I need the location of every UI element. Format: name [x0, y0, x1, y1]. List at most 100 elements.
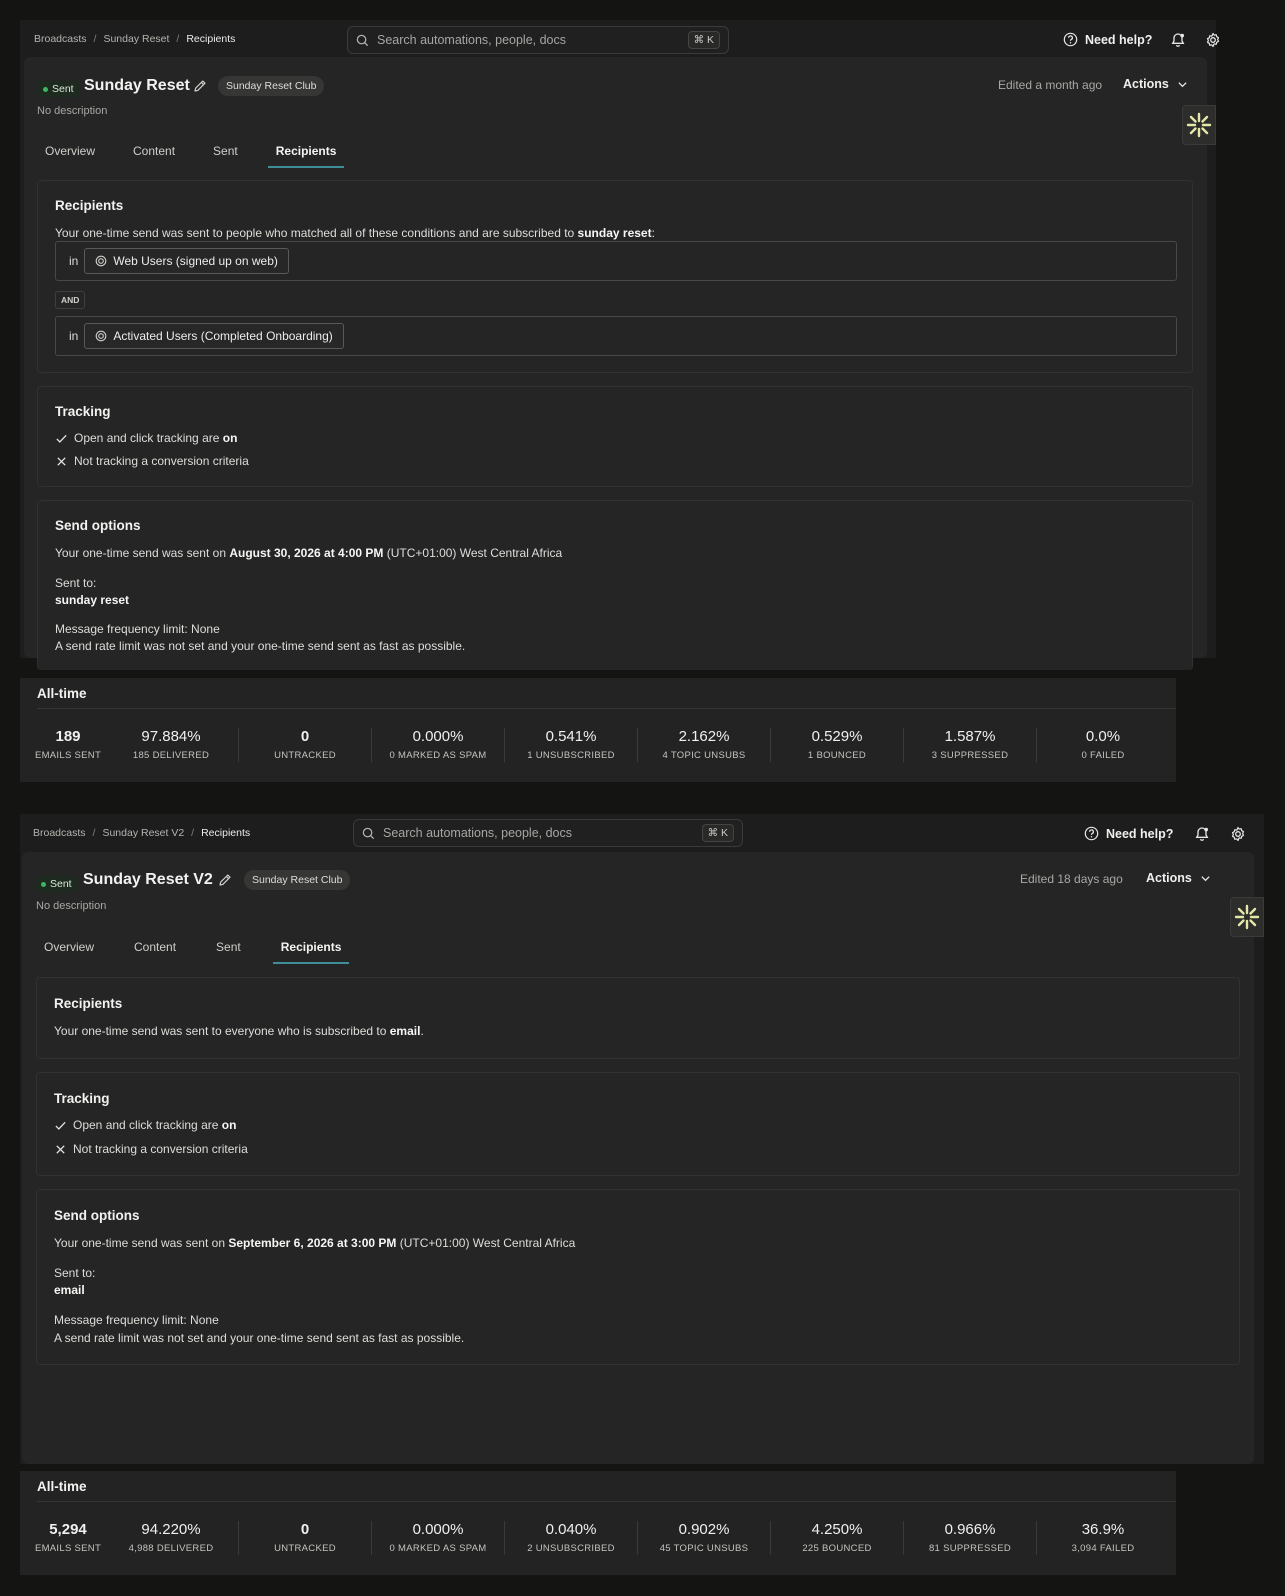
breadcrumb-current: Recipients [186, 33, 236, 45]
stat-untracked: 0 Untracked [274, 1521, 336, 1554]
chevron-down-icon [1178, 81, 1187, 87]
segment-label: Web Users (signed up on web) [113, 254, 278, 268]
breadcrumb-broadcasts[interactable]: Broadcasts [33, 827, 86, 839]
stat-bounced: 4.250% 225 Bounced [802, 1521, 872, 1554]
segment-label: Activated Users (Completed Onboarding) [113, 329, 333, 343]
description: No description [37, 105, 108, 117]
assistant-button[interactable] [1230, 897, 1264, 937]
gear-icon [1231, 826, 1245, 842]
tab-bar: Overview Content Sent Recipients [36, 940, 371, 964]
tab-recipients[interactable]: Recipients [267, 144, 345, 168]
segment-chip[interactable]: Activated Users (Completed Onboarding) [84, 323, 344, 349]
notifications-button[interactable] [1168, 30, 1188, 50]
stat-bounced: 0.529% 1 Bounced [807, 728, 867, 761]
actions-button[interactable]: Actions [1123, 77, 1188, 91]
stat-separator [903, 1521, 904, 1555]
search-shortcut: ⌘ K [701, 824, 734, 842]
sent-to-value: sunday reset [55, 593, 130, 607]
recipients-description: Your one-time send was sent to people wh… [55, 226, 655, 240]
tab-recipients[interactable]: Recipients [272, 940, 350, 964]
x-icon [57, 456, 66, 466]
search-placeholder: Search automations, people, docs [383, 826, 573, 840]
stat-delivered: 94.220% 4,988 Delivered [128, 1521, 214, 1554]
breadcrumb-broadcast[interactable]: Sunday Reset V2 [102, 827, 184, 839]
stat-separator [504, 1521, 505, 1555]
bell-icon [1195, 827, 1209, 841]
need-help-button[interactable]: Need help? [1063, 32, 1152, 47]
open-click-tracking: Open and click tracking are on [54, 1118, 236, 1132]
open-click-tracking: Open and click tracking are on [55, 431, 237, 445]
frequency-limit: Message frequency limit: None [55, 622, 220, 636]
sent-on-text: Your one-time send was sent on August 30… [55, 546, 563, 560]
edited-timestamp: Edited a month ago [998, 78, 1103, 92]
broadcast-panel: Sent Sunday Reset V2 Sunday Reset Club E… [22, 852, 1254, 1464]
stat-topic-unsubs: 2.162% 4 Topic unsubs [662, 728, 746, 761]
stat-failed: 0.0% 0 Failed [1081, 728, 1125, 761]
segment-icon [95, 255, 107, 267]
need-help-button[interactable]: Need help? [1084, 826, 1173, 841]
broadcast-panel: Sent Sunday Reset Sunday Reset Club Edit… [24, 57, 1207, 670]
stats-heading: All-time [37, 686, 87, 701]
notifications-button[interactable] [1192, 824, 1212, 844]
recipients-card: Recipients Your one-time send was sent t… [36, 977, 1240, 1059]
stat-suppressed: 1.587% 3 Suppressed [931, 728, 1009, 761]
tracking-heading: Tracking [54, 1091, 110, 1106]
assistant-button[interactable] [1182, 105, 1216, 145]
stat-untracked: 0 Untracked [274, 728, 336, 761]
stat-unsubscribed: 0.541% 1 Unsubscribed [527, 728, 615, 761]
asterisk-sparkle-icon [1234, 904, 1260, 930]
status-badge: Sent [36, 876, 77, 892]
search-input[interactable]: Search automations, people, docs ⌘ K [353, 819, 743, 847]
recipients-description: Your one-time send was sent to everyone … [54, 1024, 424, 1038]
breadcrumb-broadcast[interactable]: Sunday Reset [103, 33, 169, 45]
stat-separator [371, 728, 372, 762]
status-label: Sent [52, 83, 74, 95]
tab-sent[interactable]: Sent [205, 144, 246, 168]
broadcast-screen-2: Broadcasts / Sunday Reset V2 / Recipient… [20, 814, 1264, 1464]
breadcrumb-separator: / [191, 827, 195, 839]
pencil-icon[interactable] [218, 873, 232, 887]
stat-failed: 36.9% 3,094 Failed [1071, 1521, 1135, 1554]
stat-separator [770, 728, 771, 762]
tab-sent[interactable]: Sent [208, 940, 249, 964]
status-label: Sent [50, 878, 72, 890]
stat-separator [238, 728, 239, 762]
sent-to-value: email [54, 1283, 85, 1297]
send-options-card: Send options Your one-time send was sent… [37, 500, 1193, 670]
stats-divider [37, 1501, 1176, 1502]
segment-chip[interactable]: Web Users (signed up on web) [84, 248, 289, 274]
search-icon [362, 827, 375, 839]
club-tag: Sunday Reset Club [218, 76, 325, 96]
stat-spam: 0.000% 0 Marked as spam [389, 1521, 487, 1554]
sent-to-label: Sent to: [54, 1266, 96, 1280]
x-icon [56, 1144, 65, 1154]
actions-button[interactable]: Actions [1146, 871, 1211, 885]
send-options-heading: Send options [54, 1208, 140, 1223]
settings-button[interactable] [1228, 824, 1248, 844]
tab-overview[interactable]: Overview [36, 940, 102, 964]
send-options-card: Send options Your one-time send was sent… [36, 1189, 1240, 1365]
check-icon [55, 1121, 66, 1130]
breadcrumb-separator: / [93, 33, 97, 45]
pencil-icon[interactable] [193, 79, 207, 93]
sent-to-label: Sent to: [55, 576, 97, 590]
breadcrumb-broadcasts[interactable]: Broadcasts [34, 33, 87, 45]
actions-label: Actions [1123, 77, 1169, 91]
check-icon [56, 434, 67, 443]
breadcrumb: Broadcasts / Sunday Reset / Recipients [34, 33, 235, 45]
tab-bar: Overview Content Sent Recipients [37, 144, 366, 168]
breadcrumb-separator: / [92, 827, 96, 839]
tracking-card: Tracking Open and click tracking are on … [37, 386, 1193, 487]
stat-separator [371, 1521, 372, 1555]
stat-topic-unsubs: 0.902% 45 Topic unsubs [659, 1521, 749, 1554]
tab-content[interactable]: Content [125, 144, 183, 168]
stat-delivered: 97.884% 185 Delivered [132, 728, 210, 761]
tab-overview[interactable]: Overview [37, 144, 103, 168]
search-input[interactable]: Search automations, people, docs ⌘ K [347, 26, 729, 54]
tab-content[interactable]: Content [126, 940, 184, 964]
tracking-card: Tracking Open and click tracking are on … [36, 1072, 1240, 1176]
conversion-tracking: Not tracking a conversion criteria [55, 454, 249, 468]
stat-unsubscribed: 0.040% 2 Unsubscribed [527, 1521, 615, 1554]
settings-button[interactable] [1203, 30, 1223, 50]
stat-separator [637, 1521, 638, 1555]
